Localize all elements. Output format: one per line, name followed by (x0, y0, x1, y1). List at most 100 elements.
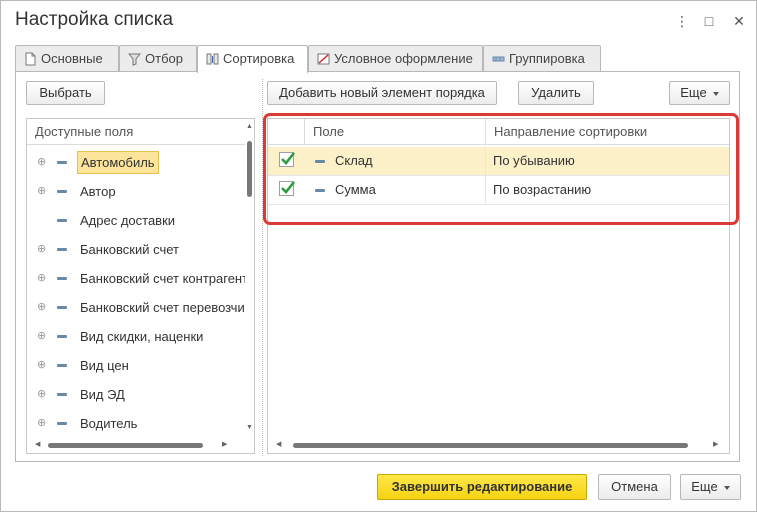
field-icon (57, 364, 67, 367)
conditional-format-icon (317, 53, 330, 65)
maximize-icon[interactable]: □ (698, 10, 720, 32)
list-item-label: Вид ЭД (80, 387, 125, 402)
list-item[interactable]: ⊕ Банковский счет (27, 235, 245, 264)
filter-icon (128, 53, 141, 66)
scroll-left-icon[interactable]: ◀ (276, 441, 281, 449)
scroll-up-icon[interactable]: ▲ (246, 123, 253, 131)
list-item[interactable]: ⊕ Банковский счет контрагента (27, 264, 254, 293)
list-item[interactable]: ⊕ Банковский счет перевозчика (27, 293, 254, 322)
row-field-value: Склад (335, 153, 373, 168)
list-item-label: Автомобиль (77, 151, 159, 174)
scroll-down-icon[interactable]: ▼ (246, 424, 253, 432)
scroll-left-icon[interactable]: ◀ (35, 441, 40, 449)
field-icon (315, 160, 325, 163)
expand-icon[interactable]: ⊕ (37, 186, 46, 197)
finish-editing-button[interactable]: Завершить редактирование (377, 474, 587, 500)
tab-sorting[interactable]: Сортировка (197, 45, 308, 73)
tab-main[interactable]: Основные (15, 45, 119, 72)
row-direction-value[interactable]: По убыванию (493, 147, 575, 175)
field-icon (57, 161, 67, 164)
dialog-title: Настройка списка (15, 9, 174, 30)
list-item-label: Вид цен (80, 358, 129, 373)
scroll-thumb[interactable] (247, 141, 252, 197)
field-icon (315, 189, 325, 192)
expand-icon[interactable]: ⊕ (37, 331, 46, 342)
list-item[interactable]: Адрес доставки (27, 206, 245, 235)
list-item-label: Автор (80, 184, 116, 199)
scroll-thumb[interactable] (48, 443, 203, 448)
column-header-field[interactable]: Поле (304, 119, 486, 145)
expand-icon[interactable]: ⊕ (37, 418, 46, 429)
row-checkbox[interactable] (279, 152, 296, 167)
expand-icon[interactable]: ⊕ (37, 360, 46, 371)
expand-icon[interactable]: ⊕ (37, 302, 46, 313)
scroll-right-icon[interactable]: ▶ (222, 441, 227, 449)
table-row[interactable]: Сумма По возрастанию (268, 176, 729, 205)
table-row[interactable]: Склад По убыванию (268, 147, 729, 176)
list-item-label: Вид скидки, наценки (80, 329, 204, 344)
settings-dialog: Настройка списка ⋮ □ ✕ Основные Отбор Со… (0, 0, 757, 512)
cancel-button[interactable]: Отмена (598, 474, 671, 500)
column-header-direction[interactable]: Направление сортировки (485, 119, 729, 145)
tab-label: Условное оформление (334, 51, 473, 66)
checkmark-icon (281, 181, 296, 194)
field-icon (57, 335, 67, 338)
chevron-down-icon (712, 91, 719, 96)
horizontal-scrollbar[interactable]: ◀ ▶ (268, 437, 729, 453)
delete-button[interactable]: Удалить (518, 81, 594, 105)
expand-icon[interactable]: ⊕ (37, 273, 46, 284)
more-button-label: Еще (680, 85, 707, 100)
row-direction-value[interactable]: По возрастанию (493, 176, 591, 204)
tab-filter[interactable]: Отбор (119, 45, 197, 72)
footer-more-button[interactable]: Еще (680, 474, 741, 500)
expand-icon[interactable]: ⊕ (37, 389, 46, 400)
add-order-element-button[interactable]: Добавить новый элемент порядка (267, 81, 497, 105)
list-item[interactable]: ⊕ Вид ЭД (27, 380, 245, 409)
field-icon (57, 393, 67, 396)
field-icon (57, 277, 67, 280)
list-item[interactable]: ⊕ Водитель (27, 409, 245, 438)
list-item[interactable]: ⊕ Автомобиль (27, 148, 245, 177)
document-icon (25, 52, 36, 66)
field-icon (57, 248, 67, 251)
expand-icon[interactable]: ⊕ (37, 157, 46, 168)
tab-label: Основные (41, 51, 103, 66)
list-item[interactable]: ⊕ Вид скидки, наценки (27, 322, 245, 351)
vertical-scrollbar[interactable]: ▲ ▼ (245, 119, 254, 435)
field-icon (57, 422, 67, 425)
list-item-label: Банковский счет перевозчика (80, 300, 255, 315)
cell-divider (485, 176, 486, 204)
scroll-right-icon[interactable]: ▶ (713, 441, 718, 449)
list-item[interactable]: ⊕ Автор (27, 177, 245, 206)
footer-more-label: Еще (691, 479, 718, 494)
cell-divider (485, 147, 486, 175)
tab-grouping[interactable]: Группировка (483, 45, 601, 72)
more-button[interactable]: Еще (669, 81, 730, 105)
grouping-icon (492, 56, 505, 62)
close-icon[interactable]: ✕ (728, 10, 750, 32)
field-icon (57, 219, 67, 222)
list-item-label: Банковский счет контрагента (80, 271, 255, 286)
field-icon (57, 306, 67, 309)
panel-splitter[interactable] (262, 79, 263, 456)
more-options-icon[interactable]: ⋮ (671, 10, 693, 32)
list-item-label: Адрес доставки (80, 213, 176, 228)
select-button[interactable]: Выбрать (26, 81, 105, 105)
scroll-thumb[interactable] (293, 443, 688, 448)
expand-icon[interactable]: ⊕ (37, 244, 46, 255)
sort-icon (206, 53, 219, 65)
tab-conditional-format[interactable]: Условное оформление (308, 45, 483, 72)
tab-label: Отбор (145, 51, 183, 66)
horizontal-scrollbar[interactable]: ◀ ▶ (27, 437, 254, 453)
tab-label: Сортировка (223, 51, 295, 66)
available-fields-list[interactable]: Доступные поля ⊕ Автомобиль ⊕ Автор Адре… (26, 118, 255, 454)
sort-order-table[interactable]: Поле Направление сортировки Склад По убы… (267, 118, 730, 454)
list-item[interactable]: ⊕ Вид цен (27, 351, 245, 380)
row-checkbox[interactable] (279, 181, 296, 196)
list-item-label: Банковский счет (80, 242, 179, 257)
available-fields-header: Доступные поля (27, 119, 254, 145)
field-icon (57, 190, 67, 193)
row-field-value: Сумма (335, 182, 376, 197)
table-header: Поле Направление сортировки (268, 119, 729, 145)
checkmark-icon (281, 152, 296, 165)
